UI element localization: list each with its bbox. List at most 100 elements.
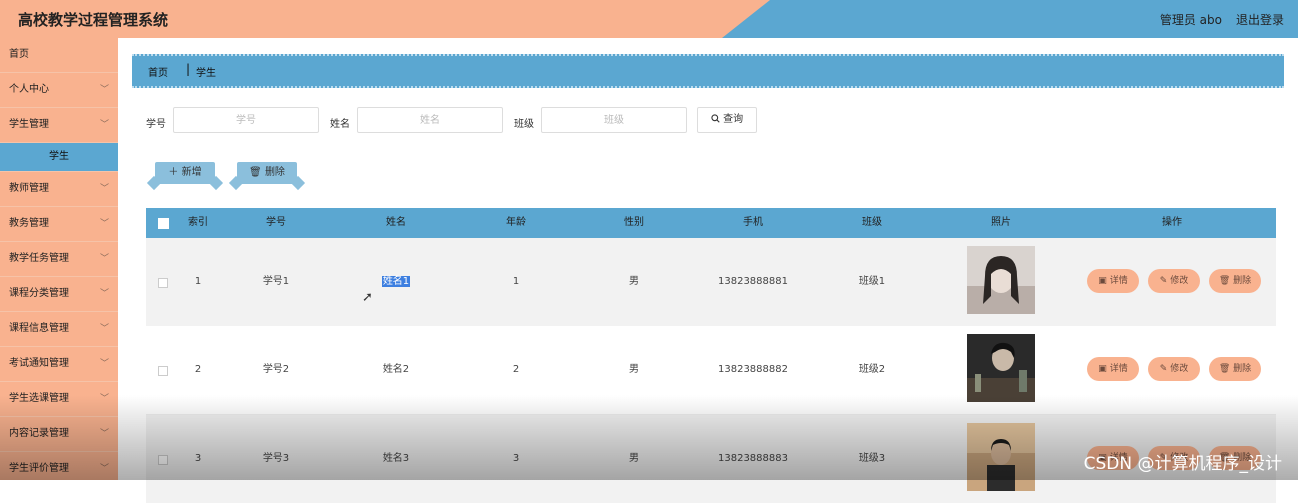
row-checkbox[interactable] xyxy=(158,366,168,376)
add-button-label: 新增 xyxy=(181,167,202,178)
col-gender: 性别 xyxy=(624,217,644,228)
trash-icon: 🗑 xyxy=(249,167,262,178)
sidebar-item-home[interactable]: 首页 xyxy=(0,38,118,73)
selected-text: 姓名1 xyxy=(381,276,411,287)
cell-phone: 13823888881 xyxy=(718,276,788,287)
sidebar-item-label: 课程信息管理 xyxy=(9,323,69,334)
sidebar-item-label: 考试通知管理 xyxy=(9,358,69,369)
cell-age: 1 xyxy=(512,276,520,287)
class-input[interactable] xyxy=(541,107,687,133)
chevron-down-icon: ﹀ xyxy=(99,464,109,474)
sidebar-item-student-mgmt[interactable]: 学生管理 ﹀ xyxy=(0,108,118,143)
edit-icon: ✎ xyxy=(1159,276,1168,286)
sidebar-item-label: 教务管理 xyxy=(9,218,49,229)
mouse-cursor-icon: ➚ xyxy=(362,290,373,305)
cell-gender: 男 xyxy=(629,364,639,375)
col-student-id: 学号 xyxy=(266,217,286,228)
cell-student-id: 学号1 xyxy=(262,276,290,287)
sidebar-item-teaching-task-mgmt[interactable]: 教学任务管理 ﹀ xyxy=(0,242,118,277)
chevron-down-icon: ﹀ xyxy=(99,120,109,130)
cell-name: 姓名2 xyxy=(382,364,410,375)
sidebar-item-course-info-mgmt[interactable]: 课程信息管理 ﹀ xyxy=(0,312,118,347)
chevron-down-icon: ﹀ xyxy=(99,429,109,439)
cell-name: 姓名1 xyxy=(366,238,426,326)
main-content: 首页 | 学生 学号 姓名 班级 查询 ＋ 新增 🗑 删除 索引 学号 姓名 年… xyxy=(118,38,1298,503)
col-class: 班级 xyxy=(862,217,882,228)
plus-icon: ＋ xyxy=(168,167,179,178)
sidebar-item-course-selection-mgmt[interactable]: 学生选课管理 ﹀ xyxy=(0,382,118,417)
breadcrumb: 首页 | 学生 xyxy=(132,54,1284,88)
trash-icon: 🗑 xyxy=(1218,276,1231,286)
edit-icon: ✎ xyxy=(1159,364,1168,374)
edit-label: 修改 xyxy=(1170,364,1189,374)
chevron-down-icon: ﹀ xyxy=(99,254,109,264)
chevron-down-icon: ﹀ xyxy=(99,324,109,334)
cell-index: 2 xyxy=(194,364,202,375)
search-button-label: 查询 xyxy=(723,114,744,125)
sidebar-item-label: 课程分类管理 xyxy=(9,288,69,299)
cell-index: 3 xyxy=(194,453,202,464)
detail-button[interactable]: ▣ 详情 xyxy=(1087,357,1139,381)
sidebar-subitem-student[interactable]: 学生 xyxy=(0,143,118,172)
row-checkbox[interactable] xyxy=(158,278,168,288)
breadcrumb-current: 学生 xyxy=(196,68,216,79)
chevron-down-icon: ﹀ xyxy=(99,289,109,299)
sidebar-item-label: 学生管理 xyxy=(9,119,49,130)
class-label: 班级 xyxy=(514,119,534,130)
detail-button[interactable]: ▣ 详情 xyxy=(1087,269,1139,293)
row-checkbox[interactable] xyxy=(158,455,168,465)
trash-icon: 🗑 xyxy=(1218,364,1231,374)
search-button[interactable]: 查询 xyxy=(697,107,757,133)
chevron-down-icon: ﹀ xyxy=(99,85,109,95)
current-user: 管理员 abo xyxy=(1159,13,1222,27)
cell-student-id: 学号3 xyxy=(262,453,290,464)
batch-delete-button[interactable]: 🗑 删除 xyxy=(237,162,297,184)
student-photo xyxy=(967,334,1035,402)
watermark: CSDN @计算机程序_设计 xyxy=(1083,454,1282,474)
chevron-down-icon: ﹀ xyxy=(99,359,109,369)
cell-class: 班级1 xyxy=(858,276,886,287)
student-id-input[interactable] xyxy=(173,107,319,133)
delete-button[interactable]: 🗑 删除 xyxy=(1209,357,1261,381)
sidebar-item-label: 教师管理 xyxy=(9,183,49,194)
top-header: 高校教学过程管理系统 管理员 abo 退出登录 xyxy=(0,0,1298,38)
name-input[interactable] xyxy=(357,107,503,133)
sidebar: 首页 个人中心 ﹀ 学生管理 ﹀ 学生 教师管理 ﹀ 教务管理 ﹀ 教学任务管理… xyxy=(0,38,118,480)
cell-student-id: 学号2 xyxy=(262,364,290,375)
chevron-down-icon: ﹀ xyxy=(99,184,109,194)
sidebar-item-academic-mgmt[interactable]: 教务管理 ﹀ xyxy=(0,207,118,242)
sidebar-item-evaluation-mgmt[interactable]: 学生评价管理 ﹀ xyxy=(0,452,118,480)
app-title: 高校教学过程管理系统 xyxy=(18,11,169,29)
table-row: 1 学号1 姓名1 1 男 13823888881 班级1 ▣ 详情 ✎ 修改 … xyxy=(146,238,1276,326)
logout-link[interactable]: 退出登录 xyxy=(1236,11,1284,28)
sidebar-item-exam-notice-mgmt[interactable]: 考试通知管理 ﹀ xyxy=(0,347,118,382)
chevron-down-icon: ﹀ xyxy=(99,219,109,229)
student-photo xyxy=(967,423,1035,491)
cell-age: 3 xyxy=(512,453,520,464)
edit-button[interactable]: ✎ 修改 xyxy=(1148,269,1200,293)
col-phone: 手机 xyxy=(743,217,763,228)
col-name: 姓名 xyxy=(386,217,406,228)
student-id-label: 学号 xyxy=(146,119,166,130)
delete-button[interactable]: 🗑 删除 xyxy=(1209,269,1261,293)
delete-button-label: 删除 xyxy=(264,167,285,178)
cell-gender: 男 xyxy=(629,453,639,464)
search-icon xyxy=(711,114,720,123)
edit-button[interactable]: ✎ 修改 xyxy=(1148,357,1200,381)
edit-label: 修改 xyxy=(1170,276,1189,286)
cell-class: 班级2 xyxy=(858,364,886,375)
add-button[interactable]: ＋ 新增 xyxy=(155,162,215,184)
sidebar-item-label: 个人中心 xyxy=(9,84,49,95)
sidebar-item-label: 首页 xyxy=(9,49,29,60)
sidebar-item-course-category-mgmt[interactable]: 课程分类管理 ﹀ xyxy=(0,277,118,312)
detail-icon: ▣ xyxy=(1098,276,1107,286)
breadcrumb-home[interactable]: 首页 xyxy=(148,64,168,79)
sidebar-item-profile[interactable]: 个人中心 ﹀ xyxy=(0,73,118,108)
sidebar-item-content-record-mgmt[interactable]: 内容记录管理 ﹀ xyxy=(0,417,118,452)
select-all-checkbox[interactable] xyxy=(158,218,169,229)
sidebar-item-teacher-mgmt[interactable]: 教师管理 ﹀ xyxy=(0,172,118,207)
cell-class: 班级3 xyxy=(858,453,886,464)
cell-phone: 13823888882 xyxy=(718,364,788,375)
name-label: 姓名 xyxy=(330,119,350,130)
student-photo xyxy=(967,246,1035,314)
